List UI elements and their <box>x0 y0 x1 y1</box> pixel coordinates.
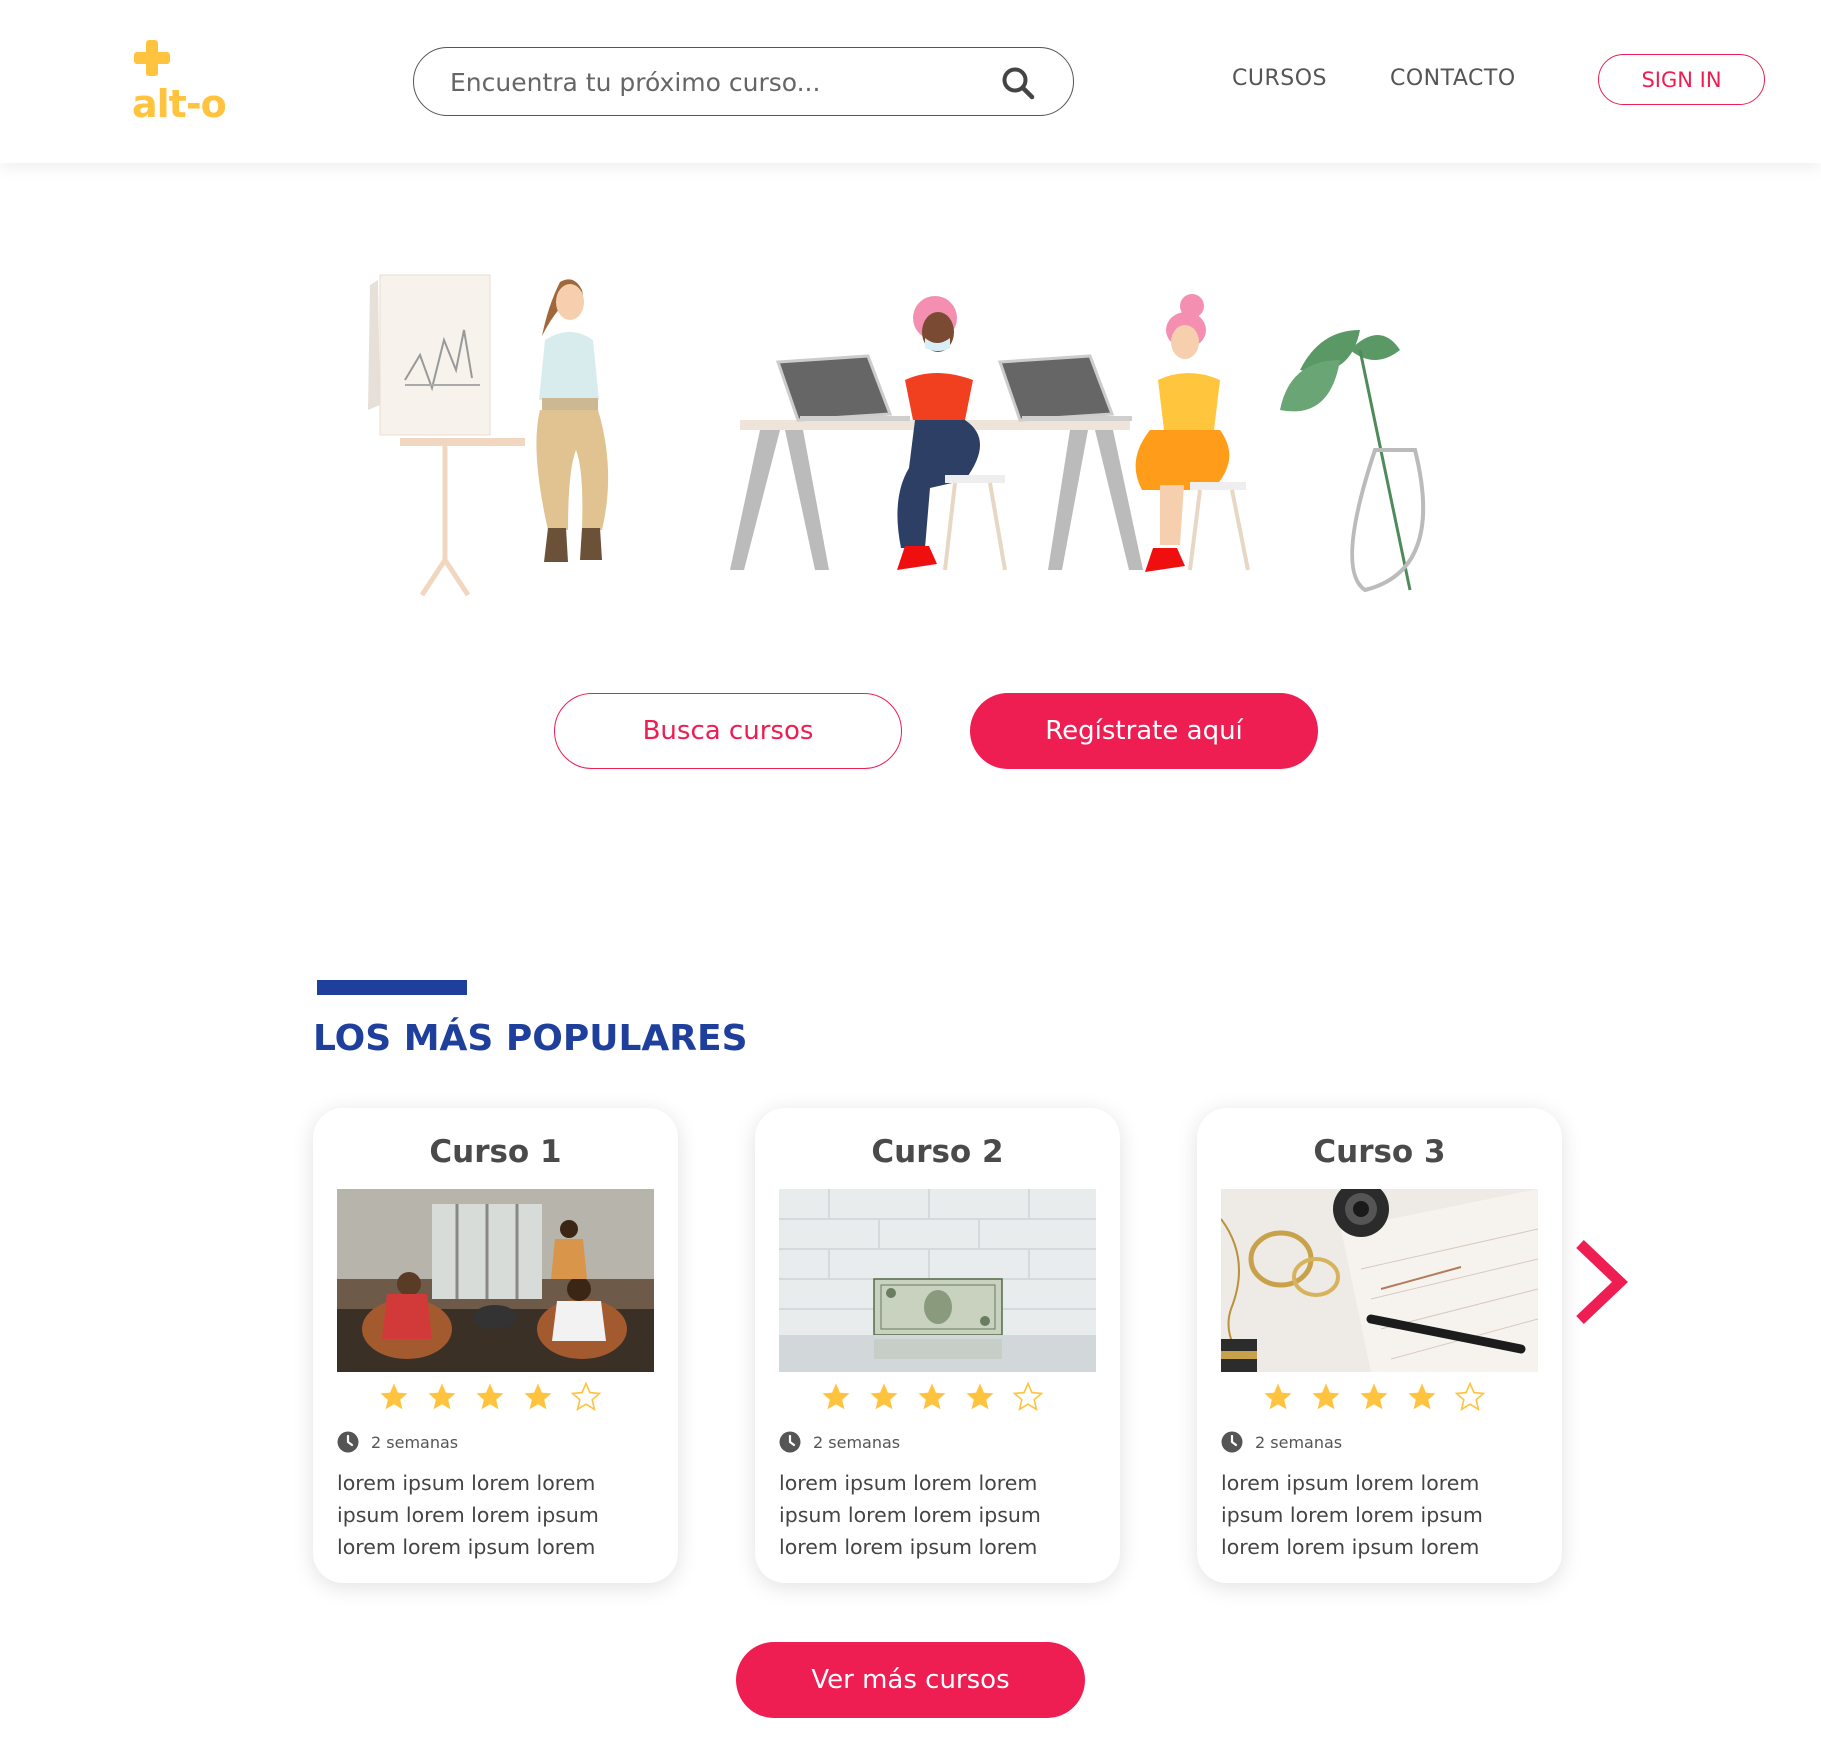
section-title: LOS MÁS POPULARES <box>313 1018 748 1059</box>
star-filled-icon <box>1360 1383 1388 1410</box>
star-filled-icon <box>966 1383 994 1410</box>
rating-stars <box>379 1382 601 1418</box>
woman-yellow-top-icon <box>1135 294 1250 572</box>
busca-cursos-button[interactable]: Busca cursos <box>554 693 902 769</box>
brand-logo[interactable]: alt-o <box>132 38 242 128</box>
star-filled-icon <box>870 1383 898 1410</box>
star-empty-icon <box>1013 1382 1043 1411</box>
course-card[interactable]: Curso 1 2 semanas lorem ipsum lorem lore… <box>313 1108 678 1583</box>
star-empty-icon <box>571 1382 601 1411</box>
star-filled-icon <box>1264 1383 1292 1410</box>
star-filled-icon <box>428 1383 456 1410</box>
nav-link-contacto[interactable]: CONTACTO <box>1390 66 1516 91</box>
course-title: Curso 2 <box>871 1134 1004 1170</box>
star-filled-icon <box>380 1383 408 1410</box>
section-accent-bar <box>317 980 467 995</box>
sign-in-button[interactable]: SIGN IN <box>1598 54 1765 105</box>
course-description: lorem ipsum lorem lorem ipsum lorem lore… <box>779 1471 1041 1559</box>
star-filled-icon <box>822 1383 850 1410</box>
course-duration: 2 semanas <box>779 1431 900 1453</box>
duration-text: 2 semanas <box>1255 1432 1343 1452</box>
course-card[interactable]: Curso 3 2 semanas lorem ipsum lorem lore… <box>1197 1108 1562 1583</box>
course-image <box>1221 1189 1538 1372</box>
nav-link-cursos[interactable]: CURSOS <box>1232 66 1327 91</box>
woman-red-top-icon <box>897 296 1007 571</box>
woman-standing-icon <box>536 279 609 562</box>
star-filled-icon <box>1312 1383 1340 1410</box>
star-filled-icon <box>1408 1383 1436 1410</box>
star-empty-icon <box>1455 1382 1485 1411</box>
course-description: lorem ipsum lorem lorem ipsum lorem lore… <box>1221 1471 1483 1559</box>
registrate-button[interactable]: Regístrate aquí <box>970 693 1318 769</box>
course-duration: 2 semanas <box>337 1431 458 1453</box>
rating-stars <box>1263 1382 1485 1418</box>
clock-icon <box>1221 1431 1243 1453</box>
flipchart-icon <box>368 274 525 597</box>
duration-text: 2 semanas <box>813 1432 901 1452</box>
course-title: Curso 3 <box>1313 1134 1446 1170</box>
star-filled-icon <box>524 1383 552 1410</box>
plant-vase-icon <box>1280 330 1426 593</box>
star-filled-icon <box>476 1383 504 1410</box>
clock-icon <box>779 1431 801 1453</box>
rating-stars <box>821 1382 1043 1418</box>
plus-icon <box>134 40 170 76</box>
course-duration: 2 semanas <box>1221 1431 1342 1453</box>
search-bar <box>413 47 1074 116</box>
course-card[interactable]: Curso 2 2 semanas lorem ipsum lorem lore… <box>755 1108 1120 1583</box>
course-title: Curso 1 <box>429 1134 562 1170</box>
site-header: alt-o CURSOS CONTACTO SIGN IN <box>0 0 1821 163</box>
search-input[interactable] <box>450 62 990 102</box>
ver-mas-cursos-button[interactable]: Ver más cursos <box>736 1642 1085 1718</box>
course-image <box>337 1189 654 1372</box>
clock-icon <box>337 1431 359 1453</box>
search-icon[interactable] <box>1001 66 1035 100</box>
course-image <box>779 1189 1096 1372</box>
star-filled-icon <box>918 1383 946 1410</box>
brand-name: alt-o <box>132 82 227 126</box>
course-description: lorem ipsum lorem lorem ipsum lorem lore… <box>337 1471 599 1559</box>
chevron-right-icon[interactable] <box>1570 1236 1630 1328</box>
hero-illustration <box>360 270 1460 640</box>
duration-text: 2 semanas <box>371 1432 459 1452</box>
